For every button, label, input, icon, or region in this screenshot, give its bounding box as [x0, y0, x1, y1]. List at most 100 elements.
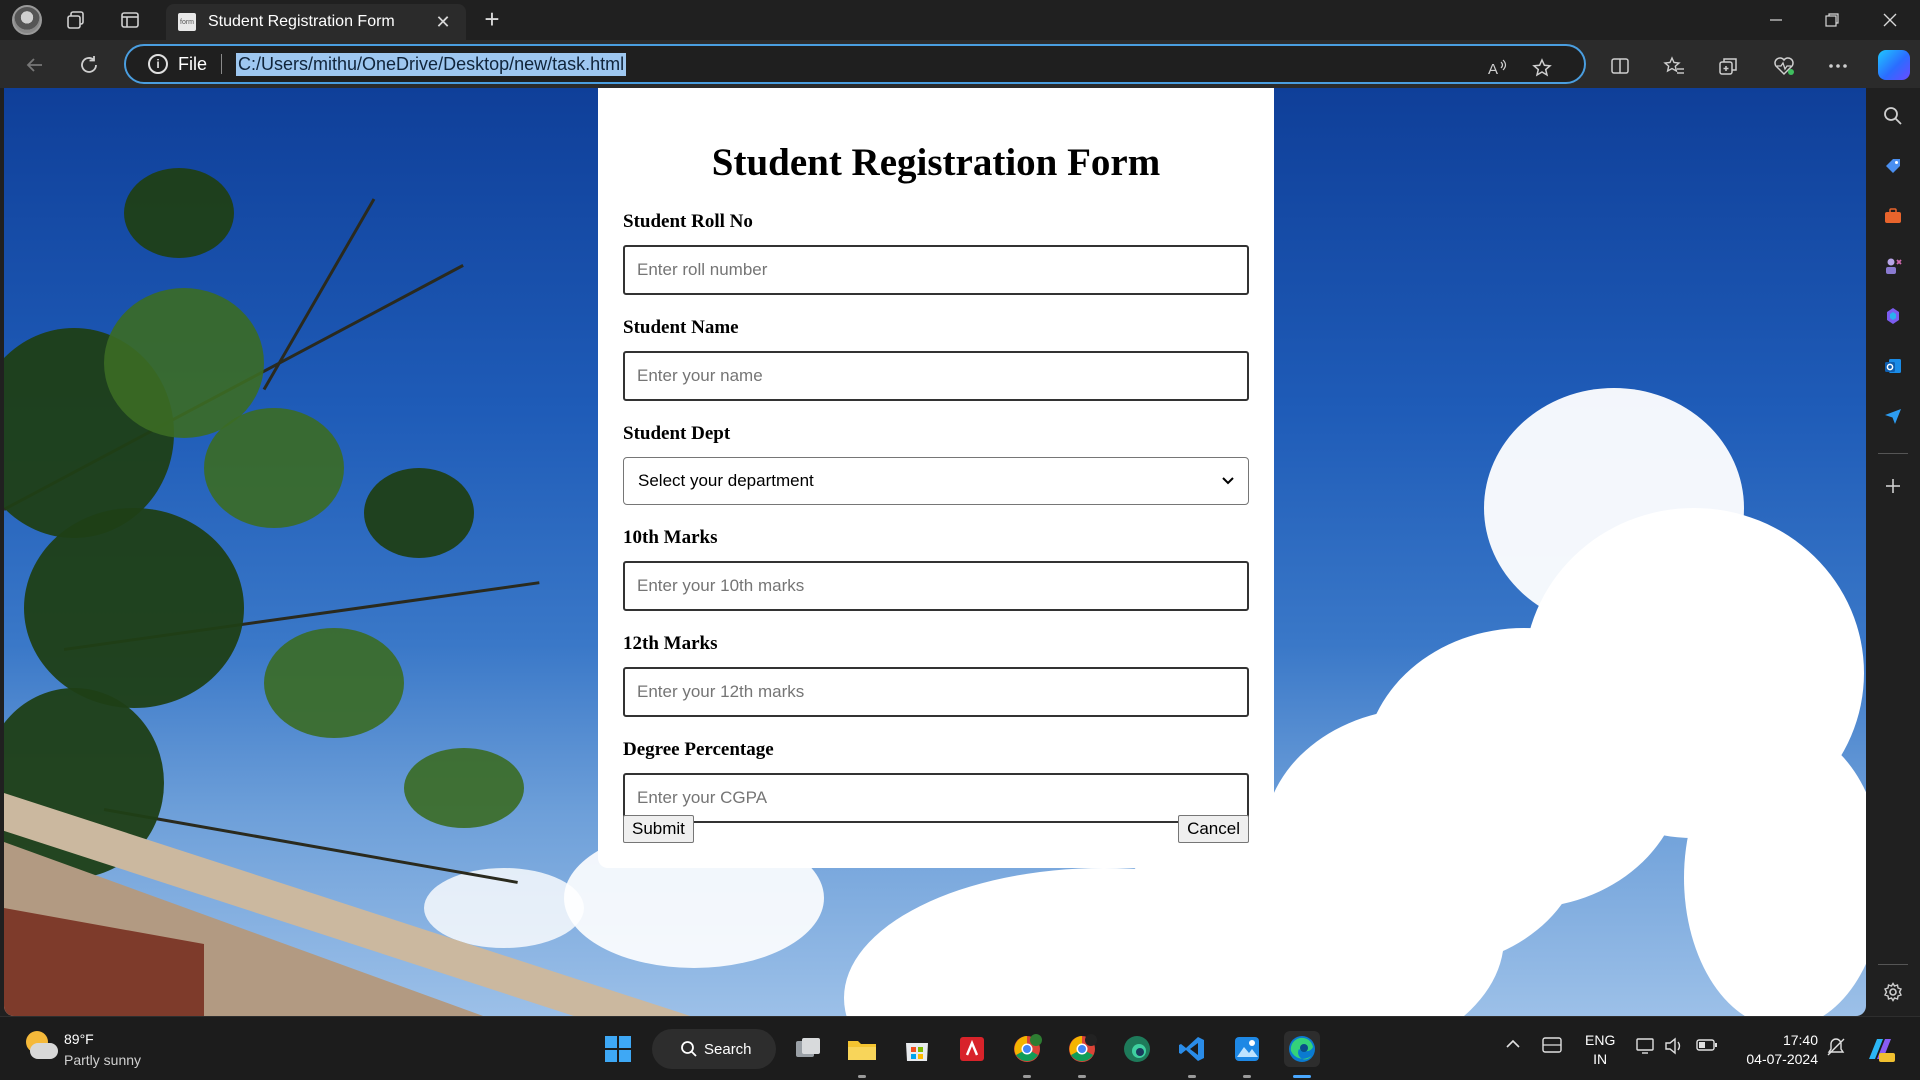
omnibox-separator — [221, 54, 223, 74]
show-hidden-icons-chevron-icon[interactable] — [1505, 1037, 1521, 1055]
student-dept-label: Student Dept — [623, 423, 731, 444]
edge-beta-icon[interactable] — [1119, 1031, 1155, 1067]
copilot-icon[interactable] — [1878, 50, 1910, 80]
field-student-name: Student Name Enter your name — [623, 317, 1249, 401]
microsoft-store-icon[interactable] — [899, 1031, 935, 1067]
favorite-star-icon[interactable] — [1528, 54, 1556, 82]
clock-date: 04-07-2024 — [1746, 1051, 1818, 1067]
send-icon[interactable] — [1879, 402, 1907, 430]
add-icon[interactable] — [1879, 472, 1907, 500]
close-window-button[interactable] — [1862, 0, 1918, 40]
field-10th-marks: 10th Marks Enter your 10th marks — [623, 527, 1249, 611]
shopping-tag-icon[interactable] — [1879, 152, 1907, 180]
degree-percentage-input[interactable]: Enter your CGPA — [623, 773, 1249, 823]
settings-gear-icon[interactable] — [1879, 978, 1907, 1006]
more-menu-icon[interactable] — [1822, 50, 1854, 82]
submit-button[interactable]: Submit — [623, 815, 694, 843]
minimize-button[interactable] — [1748, 0, 1804, 40]
field-student-dept: Student Dept Select your department — [623, 423, 1249, 505]
browser-essentials-icon[interactable] — [1768, 50, 1800, 82]
student-name-label: Student Name — [623, 317, 739, 338]
collections-icon[interactable] — [1712, 50, 1744, 82]
profile-avatar[interactable] — [12, 5, 42, 35]
twelfth-marks-label: 12th Marks — [623, 633, 718, 654]
games-icon[interactable] — [1879, 252, 1907, 280]
field-degree-percentage: Degree Percentage Enter your CGPA — [623, 739, 1249, 823]
tree-foliage — [204, 408, 344, 528]
running-indicator — [1078, 1075, 1086, 1078]
page-favicon-icon: form — [178, 13, 196, 31]
region-code: IN — [1593, 1051, 1608, 1067]
task-view-icon[interactable] — [790, 1031, 826, 1067]
edge-browser-icon[interactable] — [1284, 1031, 1320, 1067]
tree-branch — [262, 198, 376, 391]
split-screen-icon[interactable] — [1604, 50, 1636, 82]
sidebar-divider — [1878, 453, 1908, 454]
url-text[interactable]: C:/Users/mithu/OneDrive/Desktop/new/task… — [236, 52, 627, 76]
new-tab-button[interactable]: + — [476, 4, 508, 36]
tree-foliage — [124, 168, 234, 258]
windows-taskbar: 89°F Partly sunny Search ENG IN 17:40 04… — [0, 1016, 1920, 1080]
weather-partly-sunny-icon[interactable] — [22, 1031, 58, 1061]
chevron-down-icon — [1222, 477, 1234, 485]
red-app-icon[interactable] — [954, 1031, 990, 1067]
browser-tab-bar: form Student Registration Form ✕ + — [0, 0, 1920, 40]
chrome-profile-icon[interactable] — [1064, 1031, 1100, 1067]
field-12th-marks: 12th Marks Enter your 12th marks — [623, 633, 1249, 717]
running-indicator — [1243, 1075, 1251, 1078]
workspaces-icon[interactable] — [62, 6, 90, 34]
read-aloud-icon[interactable]: A — [1484, 54, 1512, 82]
clock-time: 17:40 — [1782, 1032, 1818, 1048]
running-indicator — [1023, 1075, 1031, 1078]
restore-button[interactable] — [1804, 0, 1860, 40]
edge-sidebar — [1866, 88, 1920, 1016]
microsoft-365-icon[interactable] — [1879, 302, 1907, 330]
taskbar-search-label: Search — [704, 1040, 752, 1058]
address-bar[interactable]: i File C:/Users/mithu/OneDrive/Desktop/n… — [124, 44, 1586, 84]
twelfth-marks-input[interactable]: Enter your 12th marks — [623, 667, 1249, 717]
notifications-bell-icon[interactable] — [1826, 1037, 1846, 1062]
battery-icon[interactable] — [1696, 1037, 1718, 1058]
scheme-label: File — [178, 53, 208, 74]
weather-description[interactable]: Partly sunny — [64, 1052, 141, 1068]
copilot-taskbar-icon[interactable] — [1862, 1031, 1898, 1067]
tab-actions-icon[interactable] — [116, 6, 144, 34]
svg-text:A: A — [1488, 61, 1498, 78]
outlook-icon[interactable] — [1879, 352, 1907, 380]
tenth-marks-input[interactable]: Enter your 10th marks — [623, 561, 1249, 611]
system-clock[interactable]: 17:40 04-07-2024 — [1738, 1031, 1818, 1069]
close-tab-icon[interactable]: ✕ — [432, 12, 454, 33]
vscode-icon[interactable] — [1174, 1031, 1210, 1067]
student-dept-select[interactable]: Select your department — [623, 457, 1249, 505]
language-indicator[interactable]: ENG IN — [1585, 1031, 1615, 1069]
roll-no-label: Student Roll No — [623, 211, 753, 232]
back-button[interactable] — [18, 48, 52, 82]
photos-icon[interactable] — [1229, 1031, 1265, 1067]
favorites-icon[interactable] — [1658, 50, 1690, 82]
chrome-profile-m-icon[interactable] — [1009, 1031, 1045, 1067]
degree-percentage-label: Degree Percentage — [623, 739, 774, 760]
taskbar-search[interactable]: Search — [652, 1029, 776, 1069]
tab-student-registration[interactable]: form Student Registration Form ✕ — [166, 4, 466, 40]
weather-temperature[interactable]: 89°F — [64, 1031, 94, 1047]
roll-no-input[interactable]: Enter roll number — [623, 245, 1249, 295]
refresh-button[interactable] — [72, 48, 106, 82]
student-name-input[interactable]: Enter your name — [623, 351, 1249, 401]
search-icon[interactable] — [1879, 102, 1907, 130]
tenth-marks-label: 10th Marks — [623, 527, 718, 548]
site-info-icon[interactable]: i — [148, 54, 168, 74]
file-explorer-icon[interactable] — [844, 1031, 880, 1067]
volume-icon[interactable] — [1664, 1037, 1684, 1060]
tree-foliage — [264, 628, 404, 738]
cancel-button[interactable]: Cancel — [1178, 815, 1249, 843]
running-indicator — [858, 1075, 866, 1078]
tab-title: Student Registration Form — [208, 13, 395, 30]
start-windows-icon[interactable] — [600, 1031, 636, 1067]
network-icon[interactable] — [1636, 1037, 1656, 1060]
tools-briefcase-icon[interactable] — [1879, 202, 1907, 230]
keyboard-layout-icon[interactable] — [1542, 1037, 1562, 1058]
language-code: ENG — [1585, 1032, 1616, 1048]
weather-cloud-shape — [30, 1043, 58, 1059]
tree-foliage — [364, 468, 474, 558]
active-app-indicator — [1293, 1075, 1311, 1078]
